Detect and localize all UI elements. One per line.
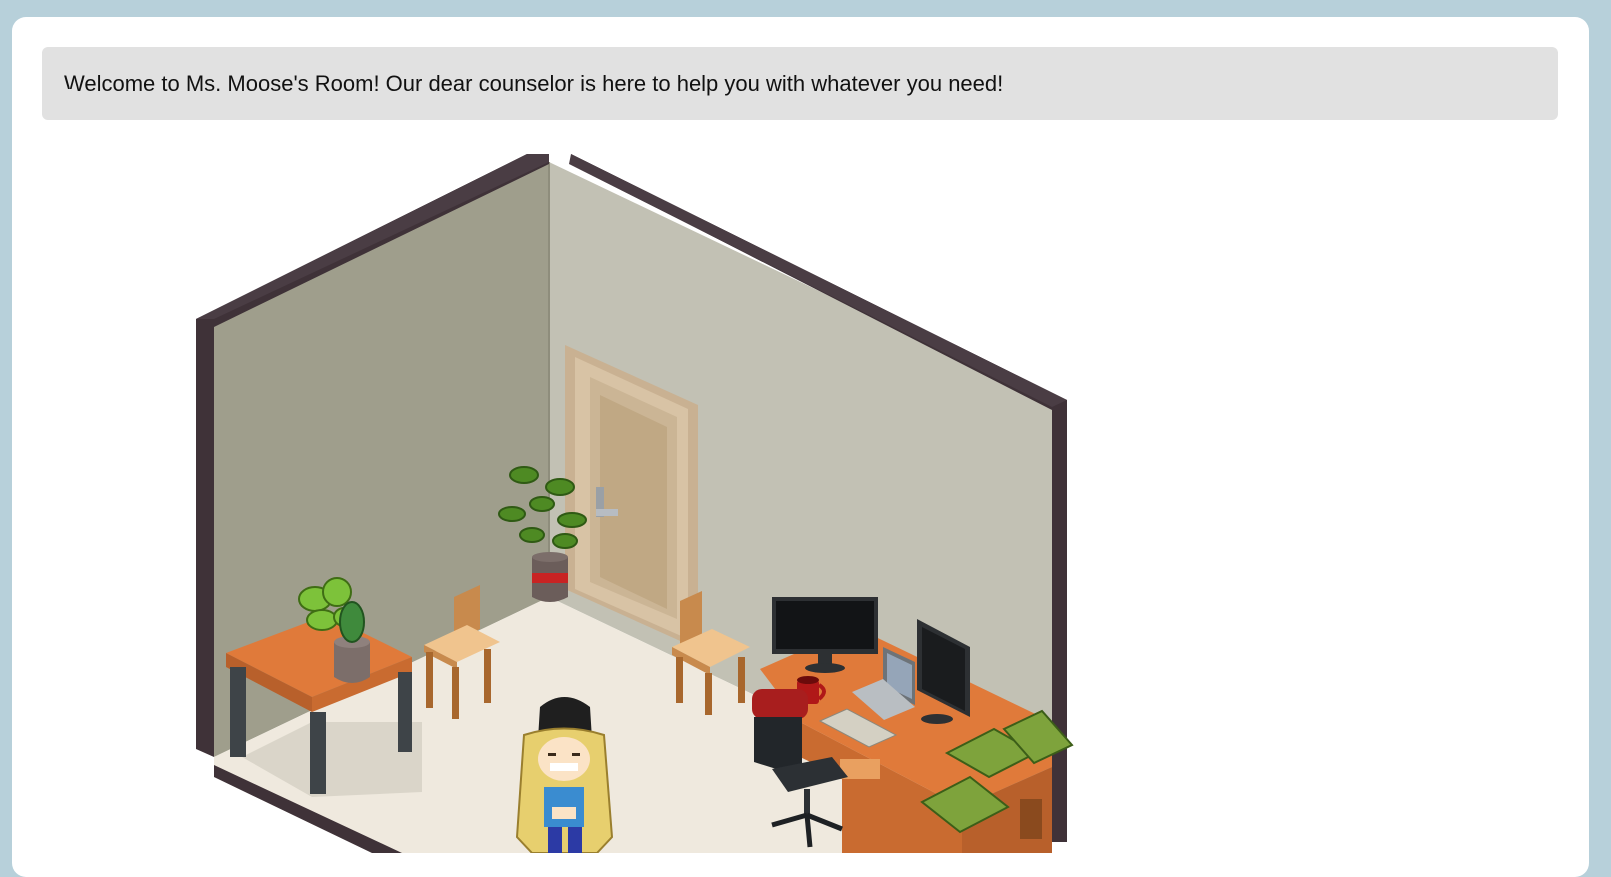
isometric-room-scene [196, 154, 1074, 853]
content-panel: Welcome to Ms. Moose's Room! Our dear co… [12, 17, 1589, 877]
